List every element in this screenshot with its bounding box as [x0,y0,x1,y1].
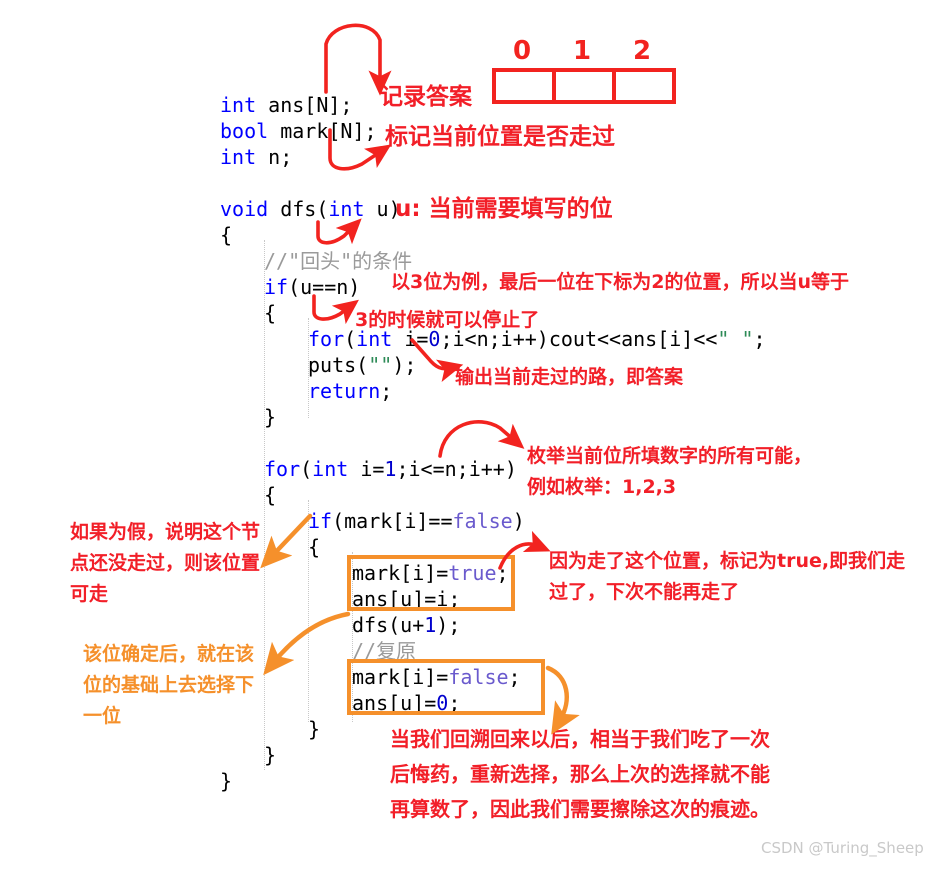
arrow-to-mark-true [498,530,551,570]
arrow-to-if-condition [312,294,359,325]
arrow-to-param-u [316,218,362,245]
annotated-code-figure: 0 1 2 int ans[N]; bool mark[N]; int n; v… [0,0,951,874]
arrow-to-output-line [410,338,464,382]
csdn-watermark: CSDN @Turing_Sheep [761,839,924,857]
arrow-to-mark-array [328,128,392,171]
arrow-to-enumerate-loop [438,420,525,458]
arrow-to-if-false-annotation [260,513,313,569]
arrow-overlay [260,23,580,735]
arrow-to-next-position-annotation [263,611,351,676]
arrow-to-ans-array [324,23,392,96]
arrow-to-backtrack-annotation [545,665,580,735]
